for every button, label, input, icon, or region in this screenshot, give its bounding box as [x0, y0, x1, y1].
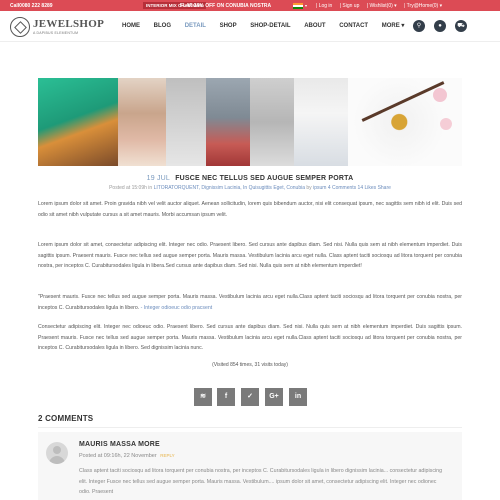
flag-icon[interactable]: [293, 3, 303, 9]
nav-shop[interactable]: SHOP: [220, 23, 237, 29]
facebook-share-button[interactable]: f: [217, 388, 235, 406]
post-paragraph-4: Consectetur adipiscing elit. Integer nec…: [38, 324, 462, 352]
chevron-down-icon[interactable]: ▾: [305, 3, 307, 8]
promo-text: FLAT 30% OFF ON CONUBIA NOSTRA: [180, 3, 272, 9]
nav-more[interactable]: MORE ▾: [382, 22, 405, 29]
logo[interactable]: JEWELSHOP A DAPIBUS ELEMENTUM: [10, 16, 104, 38]
banner-tile: [294, 78, 348, 166]
banner-blossom: [433, 88, 447, 102]
post-title: 19 JUL FUSCE NEC TELLUS SED AUGUE SEMPER…: [0, 175, 500, 182]
site-header: JEWELSHOP A DAPIBUS ELEMENTUM HOME BLOG …: [0, 11, 500, 42]
banner-tile: [166, 78, 206, 166]
posted-at: Posted at 15:09h in: [109, 185, 153, 191]
google-plus-share-button[interactable]: G+: [265, 388, 283, 406]
divider: [38, 427, 462, 428]
post-paragraph-1: Lorem ipsum dolor sit amet. Proin gravid…: [38, 201, 462, 218]
post-title-text[interactable]: FUSCE NEC TELLUS SED AUGUE SEMPER PORTA: [175, 175, 353, 182]
post-banner-image: [38, 78, 462, 166]
top-bar: Call0080 222 8289 INTERIOR MIX CHAIRMAN …: [0, 0, 500, 11]
post-quote: "Praesent mauris. Fusce nec tellus sed a…: [38, 292, 462, 313]
post-categories[interactable]: LITORATORQUENT, Dignissim Lacinia, In Qu…: [154, 185, 305, 191]
post-meta: Posted at 15:09h in LITORATORQUENT, Dign…: [0, 185, 500, 191]
post-likes[interactable]: 14 Likes: [358, 185, 377, 191]
post-comments-count[interactable]: 4 Comments: [328, 185, 356, 191]
linkedin-share-button[interactable]: in: [289, 388, 307, 406]
post-author[interactable]: ipsum: [313, 185, 326, 191]
comments-heading: 2 COMMENTS: [38, 414, 94, 423]
post-paragraph-2: Lorem ipsum dolor sit amet, consectetur …: [38, 242, 462, 270]
comment-date: Posted at 09:16h, 22 November: [79, 453, 157, 459]
nav-shop-detail[interactable]: SHOP-DETAIL: [250, 23, 290, 29]
banner-tile: [118, 78, 166, 166]
cart-icon[interactable]: ⛟: [455, 20, 467, 32]
comment-text: Class aptent taciti sociosqu ad litora t…: [79, 468, 443, 495]
comment-item: MAURIS MASSA MORE Posted at 09:16h, 22 N…: [38, 432, 462, 500]
post-date: 19 JUL: [146, 175, 171, 182]
quote-link[interactable]: - Integer odioeuc odio pracsent: [141, 305, 213, 311]
logo-tagline: A DAPIBUS ELEMENTUM: [33, 31, 79, 35]
banner-blossom: [440, 118, 452, 130]
reply-link[interactable]: REPLY: [160, 453, 174, 458]
signup-link[interactable]: | Sign up: [340, 3, 360, 9]
account-links: | Log in | Sign up | Wishlist(0) ▾ | Try…: [316, 3, 448, 9]
comment-meta: Posted at 09:16h, 22 November REPLY: [79, 453, 175, 459]
banner-tile: [250, 78, 294, 166]
user-icon[interactable]: ●: [434, 20, 446, 32]
avatar: [46, 442, 68, 464]
rss-share-button[interactable]: ≋: [194, 388, 212, 406]
post-share[interactable]: Share: [378, 185, 391, 191]
nav-home[interactable]: HOME: [122, 23, 140, 29]
visit-counter: (Visited 854 times, 31 visits today): [212, 362, 288, 368]
logo-name: JEWELSHOP: [33, 18, 105, 30]
comment-author: MAURIS MASSA MORE: [79, 441, 160, 448]
quote-text: "Praesent mauris. Fusce nec tellus sed a…: [38, 294, 462, 311]
banner-branch: [361, 81, 445, 122]
nav-detail[interactable]: DETAIL: [185, 23, 206, 29]
twitter-share-button[interactable]: ✓: [241, 388, 259, 406]
nav-contact[interactable]: CONTACT: [339, 23, 368, 29]
nav-blog[interactable]: BLOG: [154, 23, 171, 29]
search-icon[interactable]: ⚲: [413, 20, 425, 32]
wishlist-link[interactable]: | Wishlist(0) ▾: [367, 3, 397, 9]
logo-mark-icon: [10, 17, 30, 37]
by-label: by: [306, 185, 312, 191]
nav-about[interactable]: ABOUT: [304, 23, 325, 29]
banner-tile: [348, 78, 462, 166]
login-link[interactable]: | Log in: [316, 3, 332, 9]
main-nav: HOME BLOG DETAIL SHOP SHOP-DETAIL ABOUT …: [122, 22, 416, 29]
banner-tile: [206, 78, 250, 166]
phone-number: Call0080 222 8289: [10, 3, 53, 9]
try-at-home-link[interactable]: | Try@Home(0) ▾: [404, 3, 442, 9]
banner-tile: [38, 78, 118, 166]
